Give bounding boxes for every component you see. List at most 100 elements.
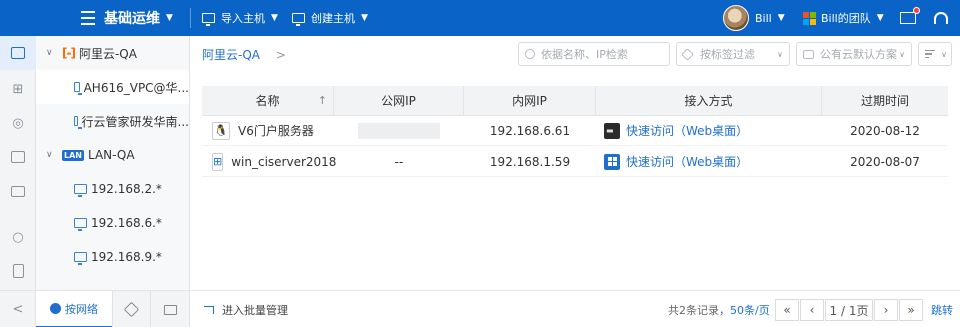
search-icon[interactable]: ○ — [0, 220, 36, 254]
page-indicator[interactable]: 1 / 1页 — [825, 299, 873, 321]
top-bar: 基础运维 ▼ 导入主机 ▼ 创建主机 ▼ Bill ▼ Bill的团队 ▼ — [0, 0, 960, 36]
host-name-cell[interactable]: ⊞ win_ciserver2018 — [202, 147, 337, 176]
chevron-down-icon: ▼ — [166, 13, 173, 23]
chevron-down-icon[interactable]: ∨ — [46, 48, 56, 58]
tab-by-folder[interactable] — [150, 291, 189, 327]
app-title: 基础运维 — [104, 11, 160, 27]
windows-icon: ⊞ — [212, 152, 224, 171]
linux-icon: 🐧 — [212, 121, 230, 140]
cloud-plan-select[interactable]: 公有云默认方案 ∨ — [796, 42, 912, 66]
team-icon — [803, 11, 816, 25]
lan-icon: LAN — [62, 149, 84, 161]
tag-icon — [681, 47, 694, 61]
column-header-private-ip[interactable]: 内网IP — [464, 86, 596, 115]
private-ip-cell: 192.168.6.61 — [464, 116, 596, 145]
breadcrumb: 阿里云-QA > — [202, 46, 286, 63]
tree-item-subnet-2[interactable]: 192.168.6.* — [36, 206, 189, 240]
chevron-down-icon[interactable]: ∨ — [46, 150, 56, 160]
tag-filter-select[interactable]: 按标签过滤 ∨ — [676, 42, 790, 66]
jump-button[interactable]: 跳转 — [931, 291, 953, 327]
column-label: 名称 — [255, 94, 280, 108]
tree-item-vpc-2[interactable]: 行云管家研发华南... — [36, 104, 189, 138]
database-icon[interactable]: ◎ — [0, 106, 36, 140]
tree-item-vpc-1[interactable]: AH616_VPC@华... — [36, 70, 189, 104]
sort-arrow-icon: ↑ — [317, 94, 327, 107]
tree-item-label: 192.168.6.* — [91, 216, 162, 230]
menu-icon[interactable] — [80, 0, 96, 36]
batch-manage-button[interactable]: 进入批量管理 — [204, 291, 288, 327]
sort-options-button[interactable]: ∨ — [918, 42, 952, 66]
tree-group-aliyun[interactable]: ∨ [-] 阿里云-QA — [36, 36, 189, 70]
tree-item-label: AH616_VPC@华... — [83, 80, 189, 95]
collapse-icon: < — [12, 301, 24, 317]
host-name-cell[interactable]: 🐧 V6门户服务器 — [202, 116, 334, 145]
table-footer: 进入批量管理 共2条记录， 50条/页 « ‹ 1 / 1页 › » 跳转 — [190, 290, 960, 327]
network-tree: ∨ [-] 阿里云-QA AH616_VPC@华... 行云管家研发华南... … — [36, 36, 190, 290]
table-header: 名称 ↑ 公网IP 内网IP 接入方式 过期时间 — [202, 86, 948, 116]
expiry-date: 2020-08-12 — [850, 123, 920, 138]
cloud-icon — [803, 49, 814, 59]
monitor-icon[interactable] — [0, 36, 36, 70]
column-header-name[interactable]: 名称 ↑ — [202, 86, 334, 115]
private-ip: 192.168.6.61 — [489, 123, 571, 138]
support-headset-icon[interactable] — [934, 0, 950, 36]
next-page-button[interactable]: › — [874, 299, 898, 321]
last-page-button[interactable]: » — [899, 299, 923, 321]
import-host-button[interactable]: 导入主机 ▼ — [202, 0, 278, 36]
column-label: 公网IP — [381, 94, 416, 108]
column-header-public-ip[interactable]: 公网IP — [334, 86, 464, 115]
tab-by-network[interactable]: 按网络 — [36, 291, 112, 327]
host-name: win_ciserver2018 — [231, 154, 337, 169]
access-link[interactable]: 快速访问（Web桌面） — [596, 147, 822, 176]
prev-page-button[interactable]: ‹ — [800, 299, 824, 321]
file-icon[interactable] — [0, 174, 36, 208]
chevron-down-icon: ▼ — [361, 13, 368, 23]
table-row[interactable]: 🐧 V6门户服务器 192.168.6.61 ▬ 快速访问（Web桌面） 202… — [202, 116, 948, 146]
search-placeholder: 依据名称、IP检索 — [541, 48, 628, 61]
access-link[interactable]: ▬ 快速访问（Web桌面） — [596, 116, 822, 145]
subnet-icon — [74, 184, 87, 197]
avatar[interactable] — [723, 5, 749, 31]
left-icon-rail: ⊞ ◎ ○ < — [0, 36, 36, 327]
collapse-button[interactable]: < — [0, 290, 36, 327]
redacted-public-ip — [358, 122, 440, 139]
column-label: 内网IP — [512, 94, 547, 108]
vpc-icon — [74, 116, 82, 129]
search-input[interactable]: 依据名称、IP检索 — [518, 42, 670, 66]
column-header-expiry[interactable]: 过期时间 — [822, 86, 948, 115]
import-label: 导入主机 — [221, 12, 265, 25]
tree-view-tabs: 按网络 — [36, 290, 190, 327]
chevron-down-icon: ▼ — [876, 13, 884, 23]
tag-icon — [123, 301, 140, 318]
column-header-access[interactable]: 接入方式 — [596, 86, 822, 115]
vpc-icon — [74, 82, 82, 95]
app-title-dropdown[interactable]: 基础运维 ▼ — [104, 0, 173, 36]
cloud-storage-icon[interactable] — [0, 140, 36, 174]
subnet-icon — [74, 252, 87, 265]
tree-item-label: 192.168.2.* — [91, 182, 162, 196]
search-icon — [525, 49, 535, 59]
table-row[interactable]: ⊞ win_ciserver2018 -- 192.168.1.59 快速访问（… — [202, 147, 948, 177]
mail-icon[interactable] — [900, 0, 920, 36]
tab-by-tag[interactable] — [112, 291, 150, 327]
chevron-down-icon: ∨ — [941, 49, 947, 59]
breadcrumb-item[interactable]: 阿里云-QA — [202, 48, 260, 62]
tree-item-subnet-3[interactable]: 192.168.9.* — [36, 240, 189, 274]
globe-icon — [50, 303, 61, 314]
private-ip: 192.168.1.59 — [489, 154, 571, 169]
total-text: 共2条记录， — [668, 303, 730, 317]
create-host-button[interactable]: 创建主机 ▼ — [292, 0, 368, 36]
network-icon[interactable]: ⊞ — [0, 72, 36, 106]
first-page-button[interactable]: « — [775, 299, 799, 321]
public-ip: -- — [394, 154, 404, 169]
tree-group-lan[interactable]: ∨ LAN LAN-QA — [36, 138, 189, 172]
breadcrumb-separator: > — [275, 48, 286, 62]
aliyun-logo-icon: [-] — [62, 46, 76, 60]
tree-item-subnet-1[interactable]: 192.168.2.* — [36, 172, 189, 206]
private-ip-cell: 192.168.1.59 — [464, 147, 596, 176]
column-label: 过期时间 — [860, 94, 909, 108]
team-menu[interactable]: Bill的团队 ▼ — [803, 0, 884, 36]
page-size-select[interactable]: 50条/页 — [730, 302, 770, 318]
user-menu[interactable]: Bill ▼ — [755, 0, 785, 36]
clipboard-icon[interactable] — [0, 254, 36, 288]
